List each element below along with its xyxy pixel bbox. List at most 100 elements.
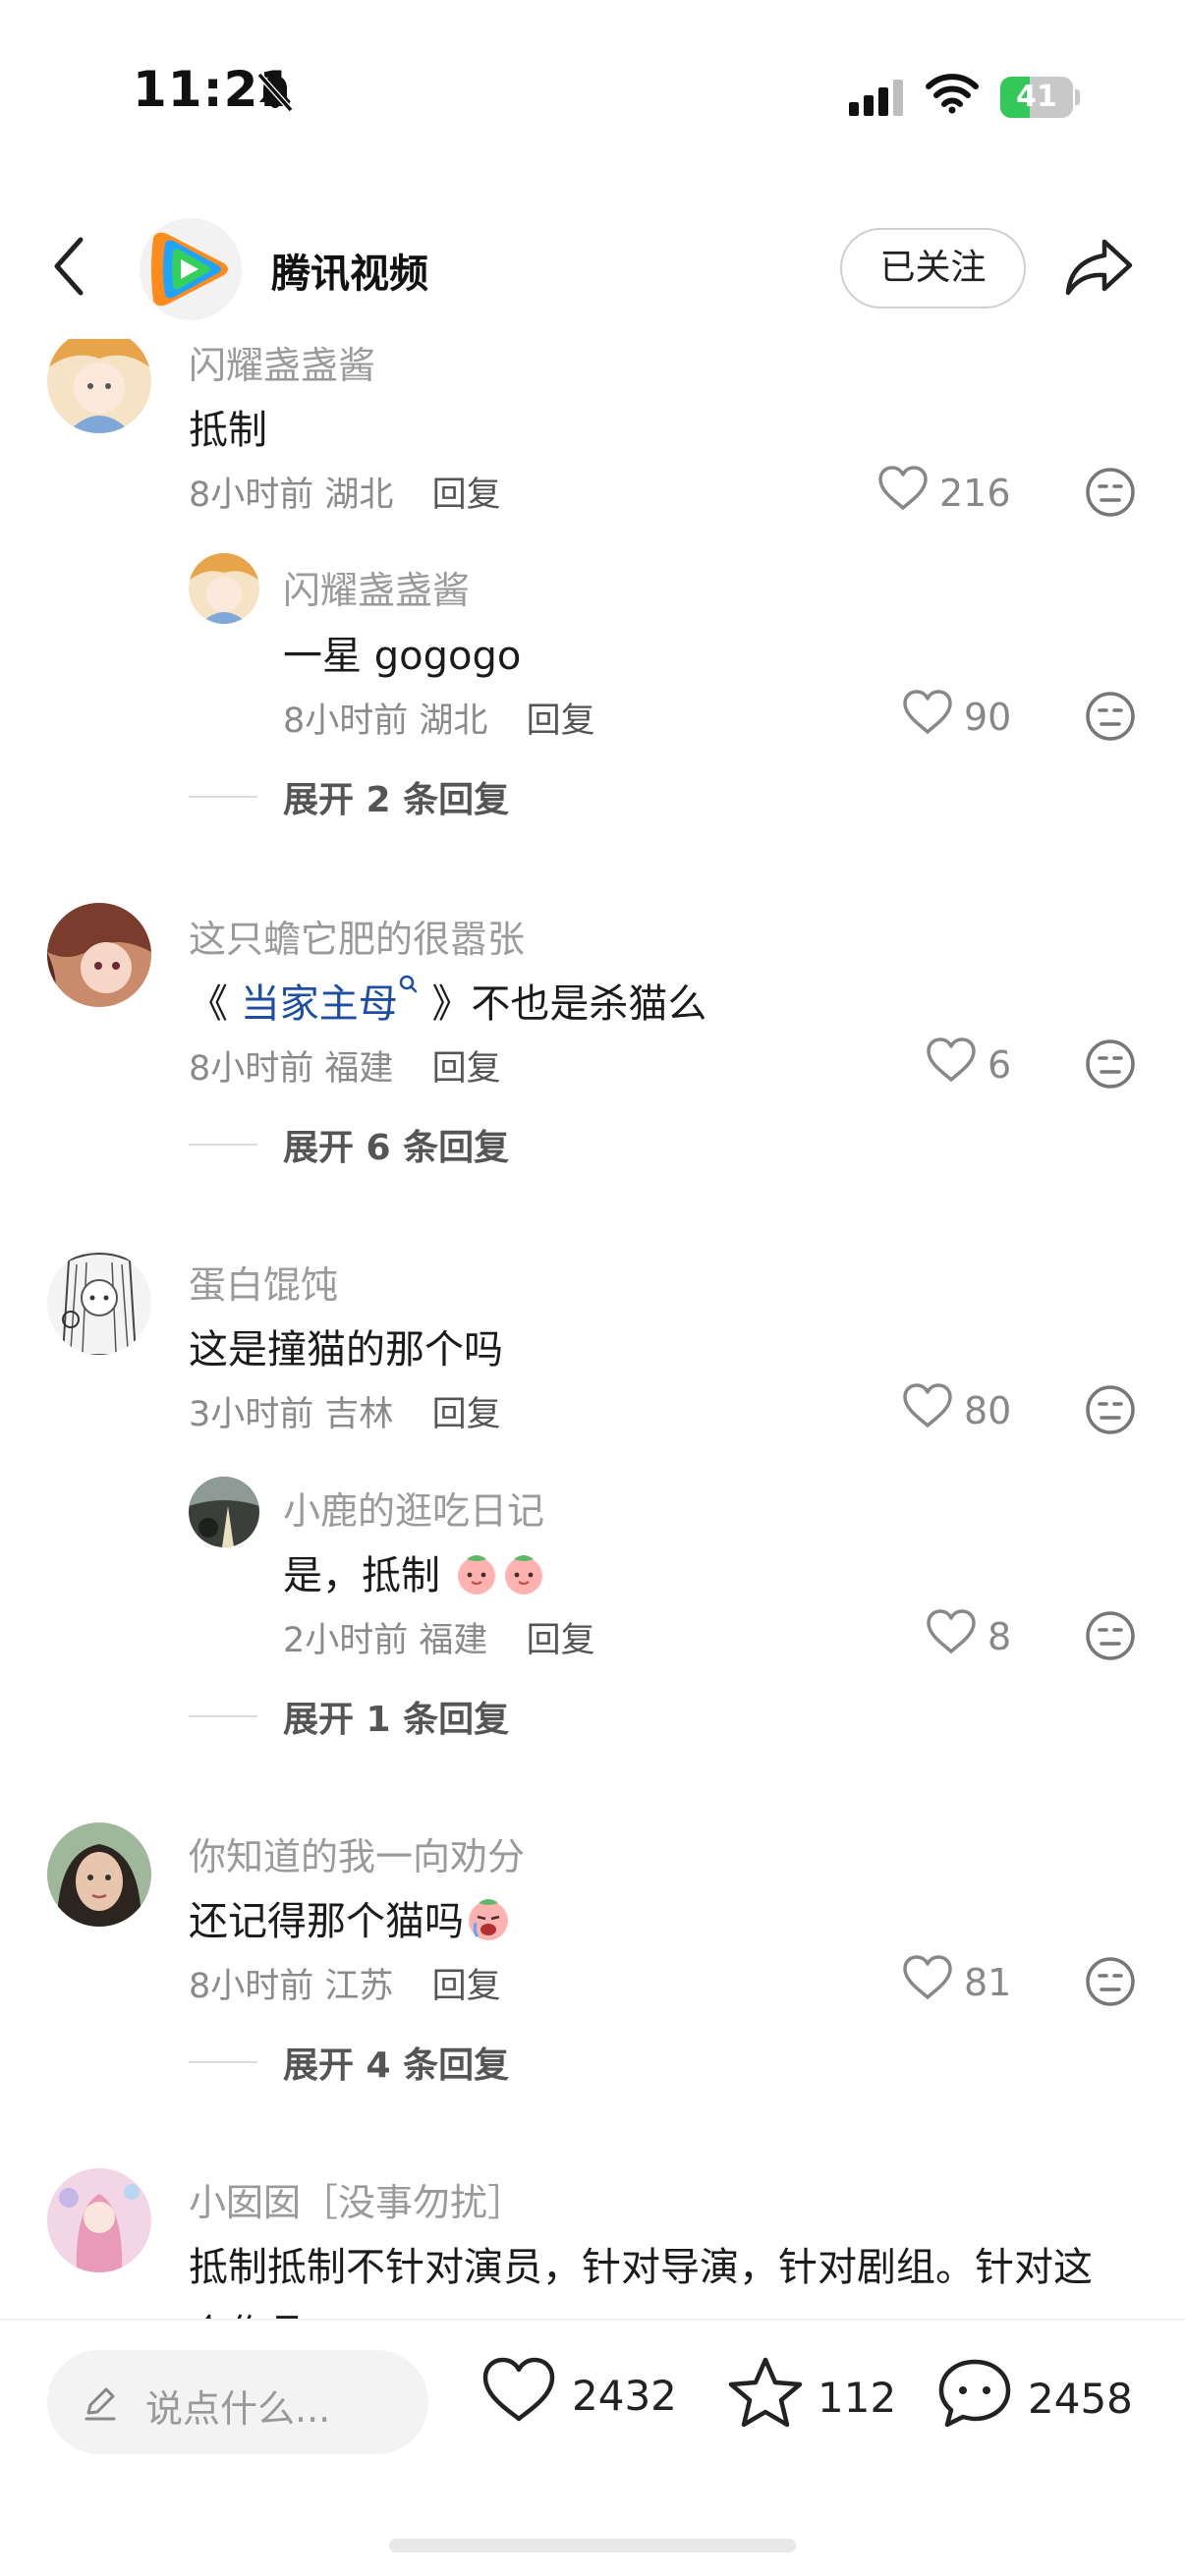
reply-meta: 2小时前 福建 回复 bbox=[283, 1612, 595, 1662]
like-video-button[interactable]: 2432 bbox=[480, 2356, 677, 2435]
comment-username[interactable]: 小囡囡［没事勿扰］ bbox=[189, 2172, 525, 2226]
reply-button[interactable]: 回复 bbox=[527, 701, 595, 741]
like-count: 6 bbox=[988, 1042, 1012, 1087]
favorite-video-button[interactable]: 112 bbox=[727, 2356, 896, 2438]
reply-location: 湖北 bbox=[419, 701, 488, 741]
avatar[interactable] bbox=[47, 339, 151, 433]
heart-icon bbox=[480, 2356, 558, 2435]
heart-outline-icon bbox=[901, 1382, 954, 1438]
reply-button[interactable]: 回复 bbox=[432, 1049, 501, 1089]
share-arrow-icon[interactable] bbox=[1063, 236, 1134, 303]
expand-replies-button[interactable]: 展开 1 条回复 bbox=[189, 1691, 509, 1742]
comment-text: 还记得那个猫吗 bbox=[189, 1889, 513, 1952]
avatar[interactable] bbox=[189, 553, 259, 624]
like-count: 8 bbox=[988, 1614, 1012, 1658]
comment-username[interactable]: 你知道的我一向劝分 bbox=[189, 1826, 525, 1880]
page-header: 腾讯视频 已关注 bbox=[0, 196, 1185, 339]
comment-username[interactable]: 蛋白馄饨 bbox=[189, 1255, 338, 1309]
reply-time: 2小时前 bbox=[283, 1621, 409, 1660]
peach-emoji bbox=[453, 1549, 500, 1606]
expand-replies-label: 展开 2 条回复 bbox=[283, 780, 510, 820]
comment-bubble-icon bbox=[935, 2356, 1014, 2440]
like-button[interactable]: 6 bbox=[925, 1036, 1011, 1092]
like-count: 90 bbox=[964, 695, 1012, 739]
reply-button[interactable]: 回复 bbox=[527, 1621, 595, 1660]
comment-text-continued: 个作品 bbox=[189, 2302, 307, 2319]
crying-peach-emoji bbox=[464, 1893, 513, 1952]
status-bar: 11:21 41 bbox=[0, 0, 1185, 196]
video-like-count: 2432 bbox=[572, 2371, 677, 2420]
channel-name[interactable]: 腾讯视频 bbox=[271, 242, 428, 299]
reply-username[interactable]: 闪耀盏盏酱 bbox=[283, 560, 470, 614]
like-button[interactable]: 8 bbox=[925, 1608, 1011, 1664]
like-count: 81 bbox=[964, 1960, 1012, 2004]
dislike-face-icon[interactable] bbox=[1085, 1610, 1136, 1665]
avatar[interactable] bbox=[47, 1822, 151, 1927]
reply-button[interactable]: 回复 bbox=[432, 1395, 501, 1434]
tencent-video-logo[interactable] bbox=[140, 218, 242, 320]
dislike-face-icon[interactable] bbox=[1085, 1956, 1136, 2011]
reply-username[interactable]: 小鹿的逛吃日记 bbox=[283, 1481, 544, 1535]
battery-charging-icon: 41 bbox=[1000, 77, 1080, 118]
dislike-face-icon[interactable] bbox=[1085, 467, 1136, 522]
back-chevron-icon[interactable] bbox=[47, 232, 96, 301]
comment-text-prefix: 《 bbox=[189, 981, 228, 1027]
comment-username[interactable]: 这只蟾它肥的很嚣张 bbox=[189, 909, 525, 963]
heart-outline-icon bbox=[925, 1608, 978, 1664]
expand-replies-button[interactable]: 展开 4 条回复 bbox=[189, 2037, 509, 2088]
comment-time: 8小时前 bbox=[189, 1967, 314, 2006]
comment-meta: 8小时前 湖北 回复 bbox=[189, 467, 501, 517]
reply-location: 福建 bbox=[419, 1621, 488, 1660]
expand-replies-label: 展开 1 条回复 bbox=[283, 1700, 510, 1740]
comment-time: 8小时前 bbox=[189, 476, 314, 515]
expand-replies-button[interactable]: 展开 2 条回复 bbox=[189, 771, 509, 822]
comment-text-content: 还记得那个猫吗 bbox=[189, 1899, 464, 1944]
hashtag-link[interactable]: 当家主母 bbox=[240, 975, 420, 1027]
like-button[interactable]: 90 bbox=[901, 689, 1011, 745]
reply-button[interactable]: 回复 bbox=[432, 1967, 501, 2006]
dislike-face-icon[interactable] bbox=[1085, 691, 1136, 746]
dislike-face-icon[interactable] bbox=[1085, 1038, 1136, 1093]
pen-icon bbox=[81, 2383, 120, 2427]
comment-location: 福建 bbox=[324, 1049, 394, 1089]
video-favorite-count: 112 bbox=[818, 2373, 897, 2422]
reply-text: 一星 gogogo bbox=[283, 634, 522, 679]
comment-list[interactable]: 闪耀盏盏酱 抵制 8小时前 湖北 回复 216 闪耀盏盏酱 一星 gogogo … bbox=[0, 339, 1185, 2319]
comments-button[interactable]: 2458 bbox=[935, 2356, 1133, 2440]
cellular-signal-icon bbox=[849, 79, 906, 120]
expand-replies-button[interactable]: 展开 6 条回复 bbox=[189, 1119, 509, 1170]
comment-meta: 3小时前 吉林 回复 bbox=[189, 1386, 501, 1436]
bell-slash-icon bbox=[254, 71, 297, 118]
comment-location: 吉林 bbox=[324, 1395, 394, 1434]
comment-meta: 8小时前 江苏 回复 bbox=[189, 1958, 501, 2008]
comment-input[interactable]: 说点什么... bbox=[47, 2350, 428, 2454]
follow-button[interactable]: 已关注 bbox=[840, 228, 1026, 308]
battery-percent: 41 bbox=[1016, 80, 1057, 114]
avatar[interactable] bbox=[47, 1251, 151, 1355]
avatar[interactable] bbox=[47, 903, 151, 1007]
hashtag-text: 当家主母 bbox=[240, 981, 398, 1027]
expand-replies-label: 展开 6 条回复 bbox=[283, 1128, 510, 1168]
avatar[interactable] bbox=[189, 1477, 259, 1547]
like-count: 216 bbox=[939, 471, 1011, 515]
search-icon bbox=[399, 975, 417, 993]
home-indicator bbox=[389, 2539, 796, 2552]
comment-text: 这是撞猫的那个吗 bbox=[189, 1327, 503, 1372]
like-button[interactable]: 80 bbox=[901, 1382, 1011, 1438]
reply-button[interactable]: 回复 bbox=[432, 476, 501, 515]
reply-text-content: 是，抵制 bbox=[283, 1553, 440, 1598]
dislike-face-icon[interactable] bbox=[1085, 1384, 1136, 1439]
comment-time: 3小时前 bbox=[189, 1395, 314, 1434]
comment-text: 《 当家主母 》不也是杀猫么 bbox=[189, 972, 706, 1029]
heart-outline-icon bbox=[901, 689, 954, 745]
heart-outline-icon bbox=[901, 1954, 954, 2010]
comment-username[interactable]: 闪耀盏盏酱 bbox=[189, 339, 375, 389]
expand-replies-label: 展开 4 条回复 bbox=[283, 2045, 510, 2086]
like-count: 80 bbox=[964, 1388, 1012, 1432]
avatar[interactable] bbox=[47, 2168, 151, 2272]
bottom-action-bar: 说点什么... 2432 112 2458 bbox=[0, 2319, 1185, 2576]
comment-text: 抵制 bbox=[189, 408, 267, 453]
like-button[interactable]: 81 bbox=[901, 1954, 1011, 2010]
reply-text: 是，抵制 bbox=[283, 1543, 547, 1606]
like-button[interactable]: 216 bbox=[876, 465, 1011, 521]
